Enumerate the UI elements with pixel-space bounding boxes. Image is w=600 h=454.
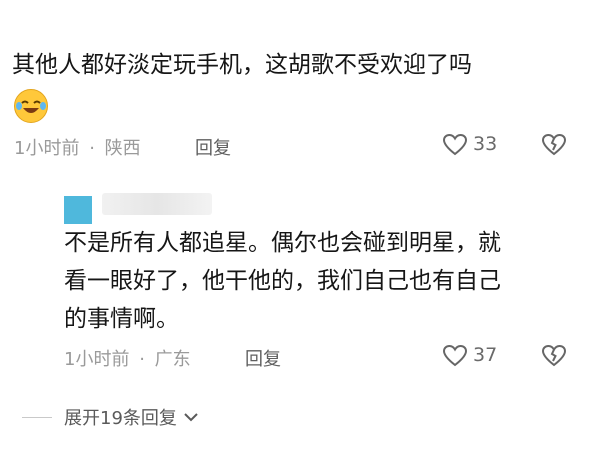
reply-button[interactable]: 回复 (195, 134, 231, 160)
comment-location: 陕西 (104, 138, 141, 159)
meta-separator: · (89, 138, 95, 159)
comment-text: 其他人都好淡定玩手机，这胡歌不受欢迎了吗 (12, 52, 472, 78)
avatar[interactable] (64, 196, 92, 224)
reply-text-line-2: 看一眼好了，他干他的，我们自己也有自己 (64, 268, 501, 294)
broken-heart-icon (541, 133, 567, 156)
expand-replies-button[interactable]: 展开19条回复 (64, 404, 199, 430)
divider (22, 417, 52, 418)
reply-text-line-1: 不是所有人都追星。偶尔也会碰到明星，就 (64, 230, 501, 256)
reply-location: 广东 (154, 349, 191, 370)
dislike-button[interactable] (541, 344, 567, 368)
reply-button[interactable]: 回复 (245, 345, 281, 371)
comment-time: 1小时前 (14, 138, 80, 159)
chevron-down-icon (184, 413, 198, 422)
dislike-button[interactable] (541, 133, 567, 157)
expand-replies-label: 展开19条回复 (64, 408, 177, 429)
like-button[interactable] (442, 133, 468, 157)
meta-separator: · (139, 349, 145, 370)
reply-text-line-3: 的事情啊。 (64, 306, 179, 332)
username-blurred[interactable] (102, 193, 212, 215)
heart-icon (442, 133, 468, 156)
like-count: 37 (473, 344, 498, 366)
reply-time: 1小时前 (64, 349, 130, 370)
like-count: 33 (473, 133, 498, 155)
laughing-tears-emoji-icon (14, 89, 48, 123)
like-button[interactable] (442, 344, 468, 368)
broken-heart-icon (541, 344, 567, 367)
heart-icon (442, 344, 468, 367)
